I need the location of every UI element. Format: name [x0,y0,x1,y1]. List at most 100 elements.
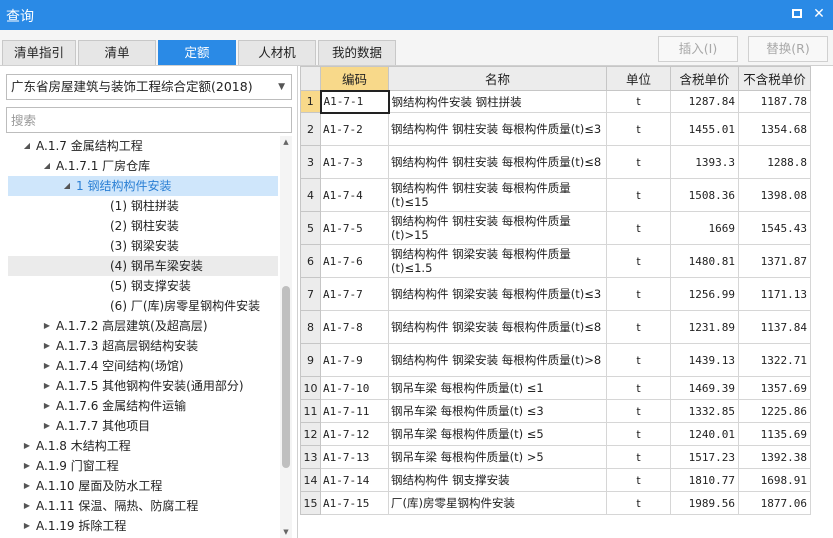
row-number[interactable]: 11 [300,399,321,423]
row-number[interactable]: 3 [300,145,321,179]
row-number[interactable]: 6 [300,244,321,278]
table-row[interactable]: 1 A1-7-1 钢结构构件安装 钢柱拼装 t 1287.84 1187.78 [300,89,811,114]
table-row[interactable]: 7 A1-7-7 钢结构构件 钢梁安装 每根构件质量(t)≤3 t 1256.99 117… [300,277,811,311]
table-row[interactable]: 14 A1-7-14 钢结构构件 钢支撑安装 t 1810.77 1698.91 [300,468,811,492]
collapse-arrow-icon[interactable]: ◢ [42,156,52,176]
table-row[interactable]: 2 A1-7-2 钢结构构件 钢柱安装 每根构件质量(t)≤3 t 1455.01 135… [300,112,811,146]
price-with-tax-cell[interactable]: 1469.39 [670,376,739,400]
price-without-tax-cell[interactable]: 1137.84 [738,310,811,344]
price-with-tax-cell[interactable]: 1480.81 [670,244,739,278]
row-number[interactable]: 5 [300,211,321,245]
unit-cell[interactable]: t [606,145,671,179]
price-without-tax-cell[interactable]: 1545.43 [738,211,811,245]
code-cell[interactable]: A1-7-9 [320,343,389,377]
unit-cell[interactable]: t [606,376,671,400]
row-number[interactable]: 10 [300,376,321,400]
row-number[interactable]: 7 [300,277,321,311]
price-with-tax-cell[interactable]: 1989.56 [670,491,739,515]
table-row[interactable]: 6 A1-7-6 钢结构构件 钢梁安装 每根构件质量(t)≤1.5 t 1480.81 1… [300,244,811,278]
price-without-tax-cell[interactable]: 1187.78 [738,90,811,113]
code-cell[interactable]: A1-7-10 [320,376,389,400]
tab-labor-material-machine[interactable]: 人材机 [238,40,316,65]
tree-item[interactable]: ◢ 1 钢结构构件安装 [0,176,280,196]
expand-arrow-icon[interactable]: ▶ [42,356,52,376]
tree-item[interactable]: ◢ A.1.7 金属结构工程 [0,136,280,156]
chevron-down-icon[interactable]: ▼ [278,75,285,99]
name-cell[interactable]: 钢结构构件 钢梁安装 每根构件质量(t)≤8 [388,310,607,344]
price-without-tax-cell[interactable]: 1354.68 [738,112,811,146]
code-cell[interactable]: A1-7-14 [320,468,389,492]
price-without-tax-cell[interactable]: 1877.06 [738,491,811,515]
price-with-tax-cell[interactable]: 1332.85 [670,399,739,423]
tree-item[interactable]: ▶ A.1.11 保温、隔热、防腐工程 [0,496,280,516]
expand-arrow-icon[interactable]: ▶ [42,316,52,336]
price-with-tax-cell[interactable]: 1508.36 [670,178,739,212]
code-cell[interactable]: A1-7-6 [320,244,389,278]
table-row[interactable]: 15 A1-7-15 厂(库)房零星钢构件安装 t 1989.56 1877.06 [300,491,811,515]
tree-item[interactable]: (5) 钢支撑安装 [0,276,280,296]
price-without-tax-cell[interactable]: 1135.69 [738,422,811,446]
search-input[interactable] [6,107,292,133]
expand-arrow-icon[interactable]: ▶ [22,496,32,516]
column-header-price-with-tax[interactable]: 含税单价 [670,66,739,91]
name-cell[interactable]: 钢吊车梁 每根构件质量(t) >5 [388,445,607,469]
price-without-tax-cell[interactable]: 1698.91 [738,468,811,492]
column-header-price-without-tax[interactable]: 不含税单价 [738,66,811,91]
column-header-name[interactable]: 名称 [388,66,607,91]
row-number[interactable]: 8 [300,310,321,344]
name-cell[interactable]: 钢结构构件 钢柱安装 每根构件质量(t)>15 [388,211,607,245]
tree-item[interactable]: (1) 钢柱拼装 [0,196,280,216]
scrollbar-thumb[interactable] [282,286,290,468]
unit-cell[interactable]: t [606,491,671,515]
price-with-tax-cell[interactable]: 1231.89 [670,310,739,344]
close-icon[interactable]: ✕ [811,6,827,22]
code-cell[interactable]: A1-7-3 [320,145,389,179]
name-cell[interactable]: 钢结构构件 钢梁安装 每根构件质量(t)≤1.5 [388,244,607,278]
column-header-unit[interactable]: 单位 [606,66,671,91]
price-without-tax-cell[interactable]: 1371.87 [738,244,811,278]
tree-item[interactable]: (2) 钢柱安装 [0,216,280,236]
tree-item[interactable]: ▶ A.1.19 拆除工程 [0,516,280,536]
tree-item[interactable]: (4) 钢吊车梁安装 [0,256,280,276]
tree-item[interactable]: ▶ A.1.7.3 超高层钢结构安装 [0,336,280,356]
price-with-tax-cell[interactable]: 1439.13 [670,343,739,377]
price-without-tax-cell[interactable]: 1171.13 [738,277,811,311]
scroll-up-icon[interactable]: ▲ [280,136,292,148]
unit-cell[interactable]: t [606,445,671,469]
code-cell[interactable]: A1-7-13 [320,445,389,469]
price-with-tax-cell[interactable]: 1393.3 [670,145,739,179]
price-with-tax-cell[interactable]: 1240.01 [670,422,739,446]
table-row[interactable]: 12 A1-7-12 钢吊车梁 每根构件质量(t) ≤5 t 1240.01 1135.6… [300,422,811,446]
insert-button[interactable]: 插入(I) [658,36,738,62]
expand-arrow-icon[interactable]: ▶ [22,516,32,536]
row-number[interactable]: 15 [300,491,321,515]
row-number[interactable]: 14 [300,468,321,492]
table-row[interactable]: 3 A1-7-3 钢结构构件 钢柱安装 每根构件质量(t)≤8 t 1393.3 1288… [300,145,811,179]
expand-arrow-icon[interactable]: ▶ [42,336,52,356]
column-header-code[interactable]: 编码 [320,66,389,91]
code-cell[interactable]: A1-7-5 [320,211,389,245]
name-cell[interactable]: 钢结构构件 钢支撑安装 [388,468,607,492]
collapse-arrow-icon[interactable]: ◢ [22,136,32,156]
tree-scrollbar[interactable]: ▲ ▼ [280,136,292,538]
code-cell[interactable]: A1-7-12 [320,422,389,446]
table-row[interactable]: 5 A1-7-5 钢结构构件 钢柱安装 每根构件质量(t)>15 t 1669 1545.… [300,211,811,245]
tab-my-data[interactable]: 我的数据 [318,40,396,65]
row-number[interactable]: 1 [300,90,321,113]
row-number[interactable]: 2 [300,112,321,146]
row-number[interactable]: 12 [300,422,321,446]
name-cell[interactable]: 钢吊车梁 每根构件质量(t) ≤3 [388,399,607,423]
name-cell[interactable]: 钢结构构件安装 钢柱拼装 [388,90,607,113]
code-cell[interactable]: A1-7-2 [320,112,389,146]
price-without-tax-cell[interactable]: 1392.38 [738,445,811,469]
expand-arrow-icon[interactable]: ▶ [22,476,32,496]
tab-bill-guide[interactable]: 清单指引 [2,40,76,65]
unit-cell[interactable]: t [606,310,671,344]
tree-item[interactable]: ▶ A.1.9 门窗工程 [0,456,280,476]
expand-arrow-icon[interactable]: ▶ [42,416,52,436]
tree-item[interactable]: ▶ A.1.7.2 高层建筑(及超高层) [0,316,280,336]
table-row[interactable]: 13 A1-7-13 钢吊车梁 每根构件质量(t) >5 t 1517.23 1392.3… [300,445,811,469]
expand-arrow-icon[interactable]: ▶ [22,456,32,476]
price-with-tax-cell[interactable]: 1287.84 [670,90,739,113]
name-cell[interactable]: 钢结构构件 钢梁安装 每根构件质量(t)>8 [388,343,607,377]
